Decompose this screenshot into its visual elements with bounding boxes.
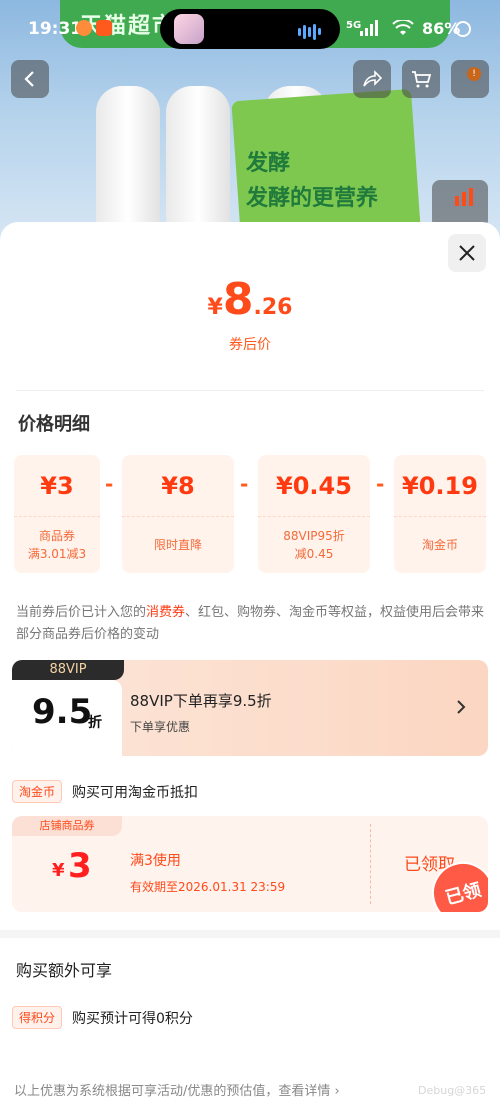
minus-operator: - xyxy=(240,472,249,496)
price-detail-sheet: ¥8.26 券后价 价格明细 ¥3 商品券 满3.01减3 - ¥8 限时直降 … xyxy=(0,222,500,1111)
coupon-tag: 店铺商品券 xyxy=(12,816,122,836)
package-text: 发酵 xyxy=(246,151,291,176)
breakdown-desc: 限时直降 xyxy=(122,517,234,573)
package-text: 发酵的更营养 xyxy=(246,186,379,211)
price-decimal: .26 xyxy=(253,295,293,320)
minus-operator: - xyxy=(105,472,114,496)
coupon-price: ¥8.26 xyxy=(0,274,500,325)
breakdown-line1: 限时直降 xyxy=(153,538,202,552)
breakdown-desc: 88VIP95折 减0.45 xyxy=(258,517,370,573)
coupon-yen: ¥ xyxy=(52,860,65,881)
price-label: 券后价 xyxy=(229,337,271,353)
more-button[interactable]: ! xyxy=(451,60,489,98)
breakdown-card: ¥0.19 淘金币 xyxy=(394,455,486,573)
watermark: Debug@365 xyxy=(418,1084,487,1097)
network-type: 5G xyxy=(346,20,362,31)
price-integer: 8 xyxy=(222,274,254,325)
breakdown-line2: 满3.01减3 xyxy=(27,547,87,561)
app-notification-icon xyxy=(76,20,92,36)
vip-offer-card[interactable]: 88VIP 9.5 折 88VIP下单再享9.5折 下单享优惠 xyxy=(12,660,488,756)
coupon-expiry: 有效期至2026.01.31 23:59 xyxy=(130,880,286,894)
breakdown-amount: ¥0.45 xyxy=(258,455,370,517)
breakdown-desc: 淘金币 xyxy=(394,517,486,573)
divider xyxy=(16,390,484,391)
notification-badge: ! xyxy=(467,67,481,81)
breakdown-line2: 减0.45 xyxy=(294,547,334,561)
taojinbi-tag: 淘金币 xyxy=(12,780,63,803)
chevron-right-icon xyxy=(457,700,466,714)
media-avatar-icon xyxy=(174,14,204,44)
points-tag: 得积分 xyxy=(12,1006,63,1029)
coupon-divider xyxy=(370,824,371,904)
breakdown-amount: ¥3 xyxy=(14,455,100,517)
vip-discount-unit: 折 xyxy=(88,715,102,731)
breakdown-line1: 88VIP95折 xyxy=(283,529,345,543)
share-icon xyxy=(363,70,383,87)
battery-icon xyxy=(455,21,471,37)
cart-icon xyxy=(412,71,432,88)
breakdown-title: 价格明细 xyxy=(18,414,90,435)
coupon-amount: 3 xyxy=(68,846,92,886)
store-coupon-card[interactable]: 店铺商品券 ¥ 3 满3使用 有效期至2026.01.31 23:59 已领取 … xyxy=(12,816,488,912)
details-link[interactable]: 以上优惠为系统根据可享活动/优惠的预估值，查看详情 › xyxy=(14,1080,340,1099)
breakdown-amount: ¥8 xyxy=(122,455,234,517)
audio-wave-icon xyxy=(298,21,326,40)
extra-benefits-title: 购买额外可享 xyxy=(16,961,113,980)
taobao-notification-icon xyxy=(96,20,112,36)
breakdown-amount: ¥0.19 xyxy=(394,455,486,517)
vip-title: 88VIP下单再享9.5折 xyxy=(130,692,272,710)
notice-text: 当前券后价已计入您的 xyxy=(16,605,147,620)
dynamic-island[interactable] xyxy=(160,9,340,49)
vip-discount: 9.5 xyxy=(32,692,93,732)
breakdown-card: ¥8 限时直降 xyxy=(122,455,234,573)
breakdown-line1: 商品券 xyxy=(38,529,75,543)
chevron-left-icon xyxy=(24,71,34,87)
points-text: 购买预计可得0积分 xyxy=(72,1010,193,1027)
breakdown-card: ¥0.45 88VIP95折 减0.45 xyxy=(258,455,370,573)
wifi-icon xyxy=(392,20,414,35)
vip-tag: 88VIP xyxy=(12,660,124,680)
close-button[interactable] xyxy=(448,234,486,272)
back-button[interactable] xyxy=(11,60,49,98)
breakdown-card: ¥3 商品券 满3.01减3 xyxy=(14,455,100,573)
close-icon xyxy=(459,245,475,261)
bar-chart-icon xyxy=(455,188,473,206)
points-row: 得积分 购买预计可得0积分 xyxy=(12,1006,193,1029)
breakdown-desc: 商品券 满3.01减3 xyxy=(14,517,100,573)
price-trend-button[interactable] xyxy=(432,180,488,228)
status-bar: 19:31 5G 86% xyxy=(0,0,500,58)
minus-operator: - xyxy=(376,472,385,496)
price-symbol: ¥ xyxy=(207,295,223,320)
status-time: 19:31 xyxy=(28,19,83,39)
taojinbi-text: 购买可用淘金币抵扣 xyxy=(72,784,199,801)
taojinbi-row: 淘金币 购买可用淘金币抵扣 xyxy=(12,780,198,803)
coupon-condition: 满3使用 xyxy=(130,853,181,869)
breakdown-line1: 淘金币 xyxy=(421,538,458,552)
share-button[interactable] xyxy=(353,60,391,98)
cart-button[interactable] xyxy=(402,60,440,98)
price-notice: 当前券后价已计入您的消费券、红包、购物券、淘金币等权益，权益使用后会带来部分商品… xyxy=(16,602,486,646)
section-gap xyxy=(0,930,500,938)
vip-subtitle: 下单享优惠 xyxy=(130,720,191,734)
signal-icon xyxy=(360,20,378,36)
notice-highlight: 消费券 xyxy=(146,605,186,620)
